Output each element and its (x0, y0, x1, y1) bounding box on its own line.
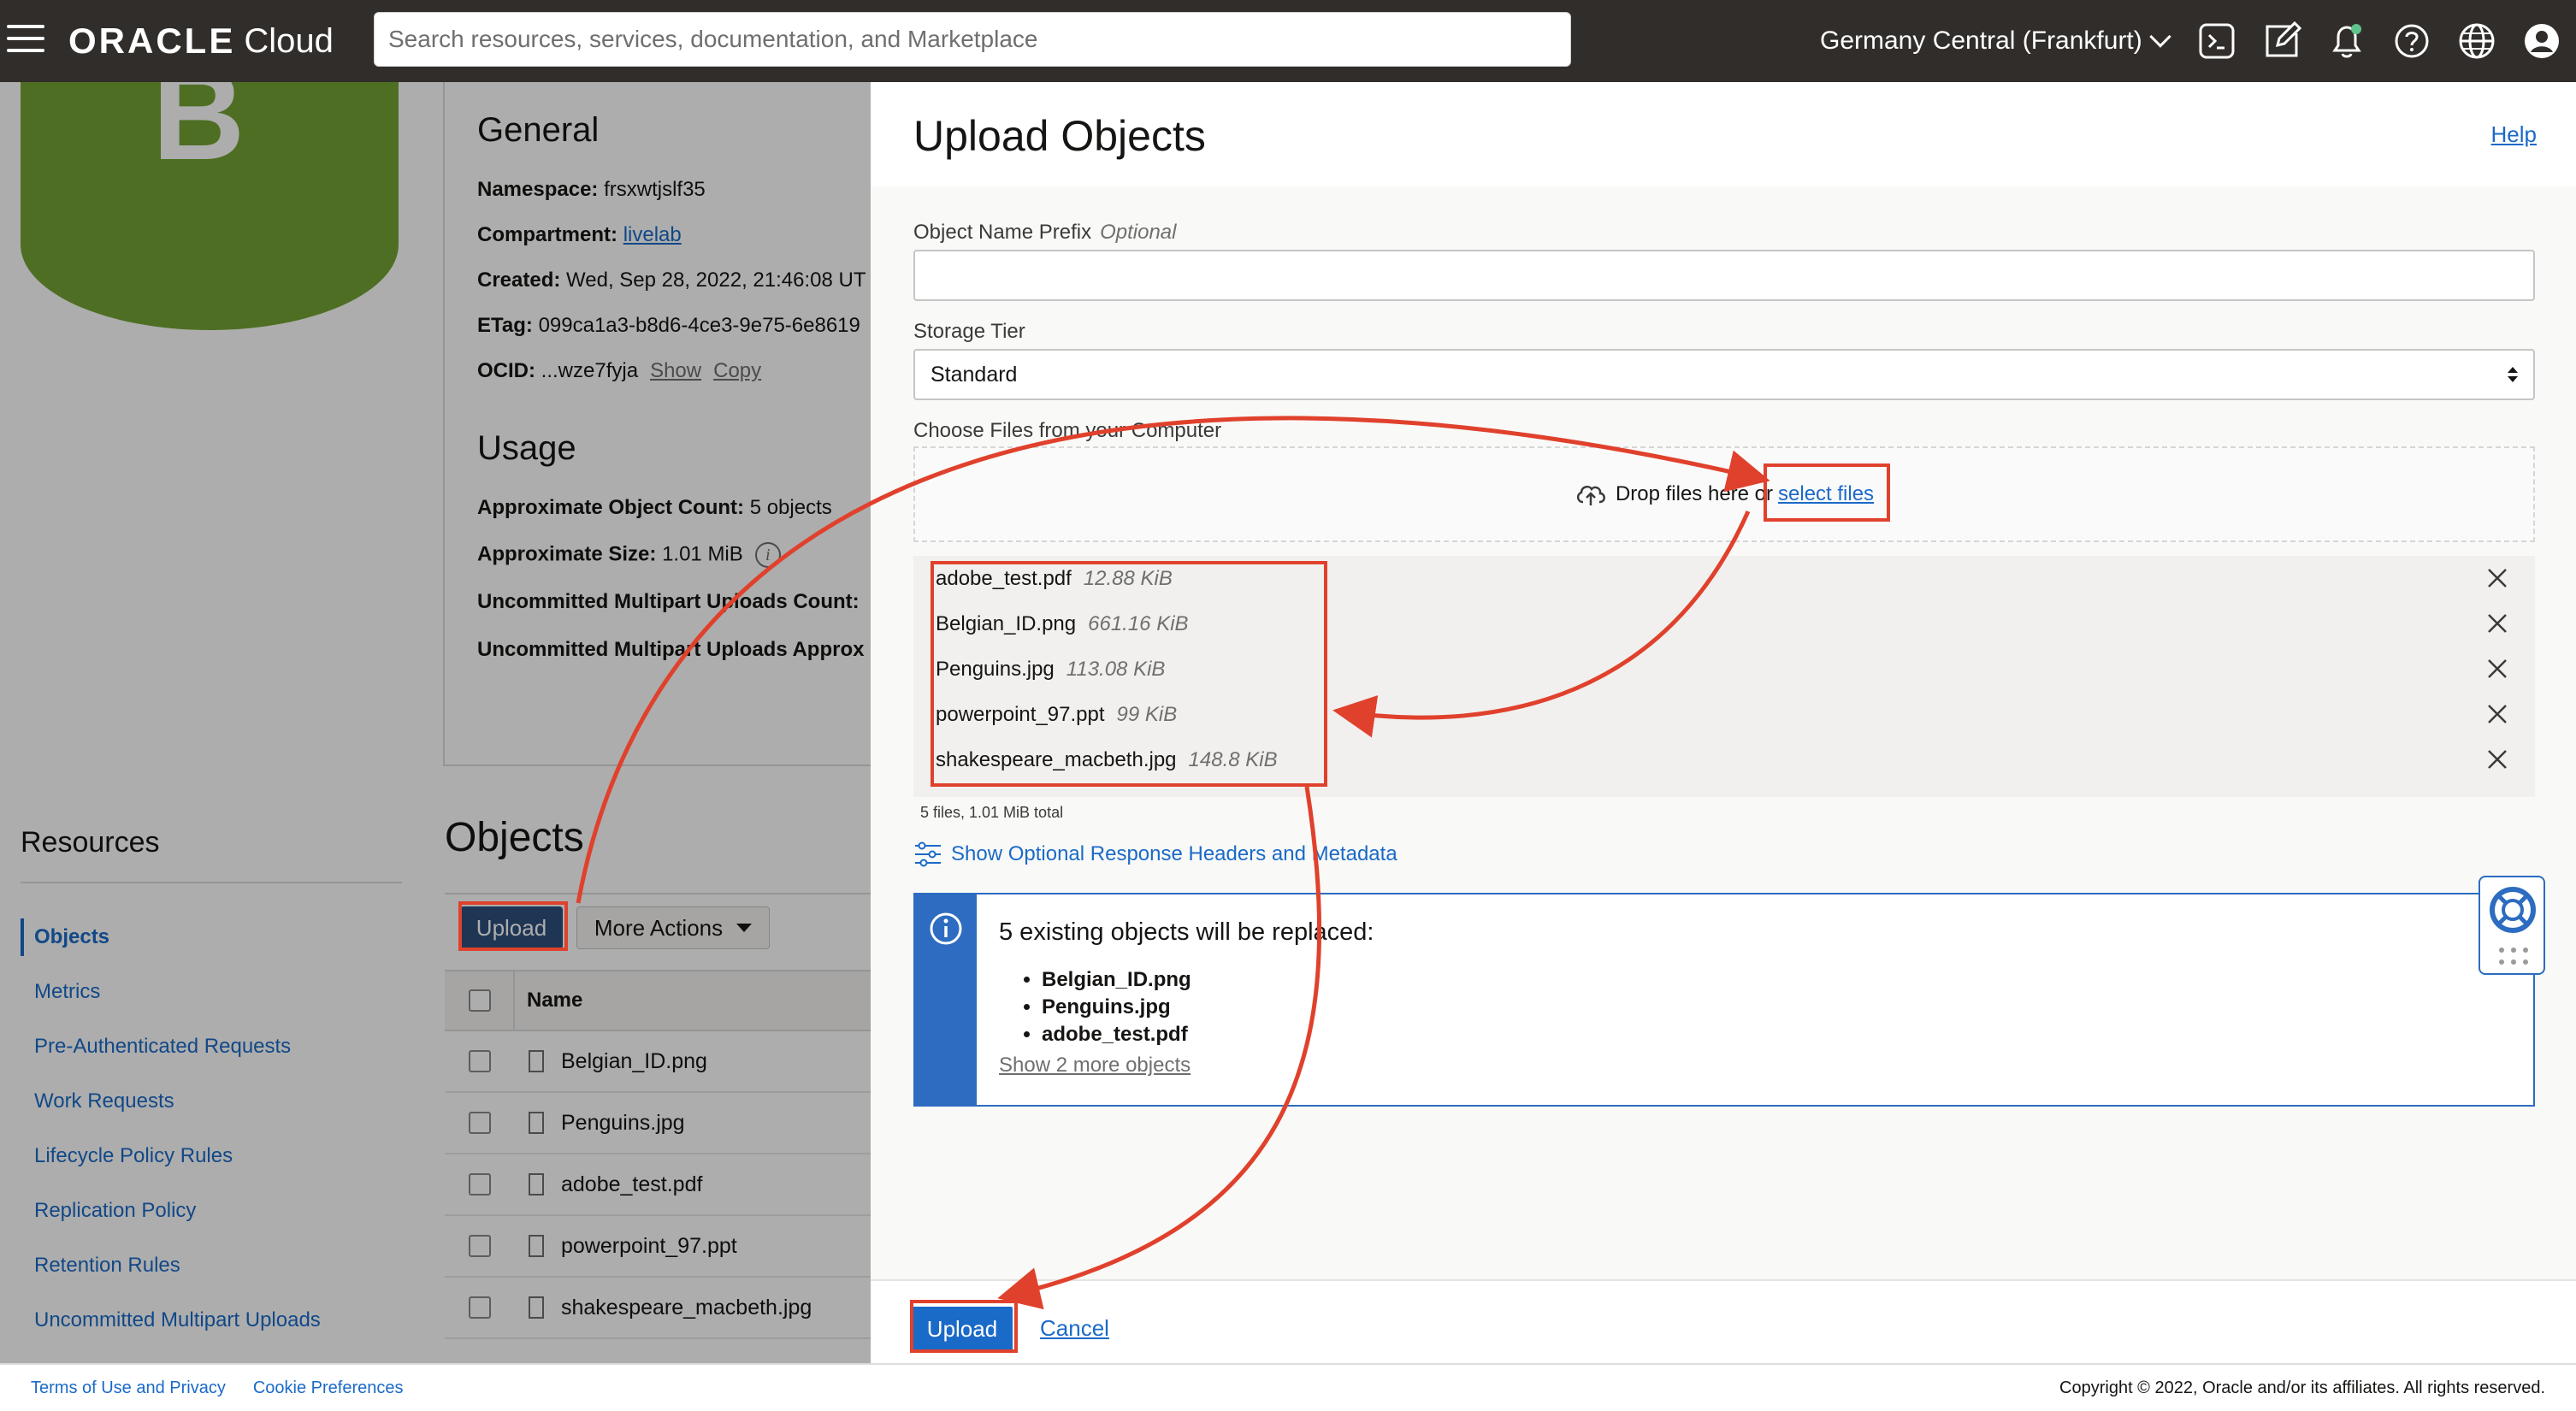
search-bar[interactable] (374, 12, 1571, 67)
alert-title: 5 existing objects will be replaced: (999, 918, 1374, 946)
top-navigation-bar: ORACLE Cloud Germany Central (Frankfurt) (0, 0, 2576, 82)
region-label: Germany Central (Frankfurt) (1820, 27, 2142, 55)
storage-tier-select[interactable]: Standard (913, 349, 2535, 400)
remove-file-icon[interactable] (2485, 747, 2509, 771)
chevron-down-icon (2149, 26, 2171, 48)
choose-files-label: Choose Files from your Computer (913, 419, 1222, 442)
logo-cloud-text: Cloud (244, 21, 334, 60)
prefix-optional-text: Optional (1100, 221, 1177, 244)
replaced-objects-list: Belgian_ID.png Penguins.jpg adobe_test.p… (1042, 966, 1191, 1048)
oracle-cloud-logo[interactable]: ORACLE Cloud (68, 17, 334, 65)
cloud-shell-icon[interactable] (2195, 19, 2239, 63)
highlight-box (1764, 463, 1890, 522)
list-item: Penguins.jpg (1042, 994, 1191, 1021)
cancel-button[interactable]: Cancel (1040, 1315, 1109, 1342)
list-item: Belgian_ID.png (1042, 966, 1191, 994)
info-icon (930, 912, 962, 945)
edit-icon[interactable] (2260, 19, 2304, 63)
globe-icon[interactable] (2455, 19, 2499, 63)
files-summary: 5 files, 1.01 MiB total (920, 804, 1064, 821)
sliders-icon (915, 841, 941, 867)
highlight-box (931, 561, 1327, 787)
replace-warning-alert: 5 existing objects will be replaced: Bel… (913, 893, 2535, 1107)
storage-tier-value: Standard (931, 362, 1018, 387)
object-name-prefix-input[interactable] (913, 250, 2535, 301)
prefix-label: Object Name Prefix Optional (913, 221, 1176, 245)
remove-file-icon[interactable] (2485, 566, 2509, 590)
prefix-label-text: Object Name Prefix (913, 221, 1092, 244)
highlight-box (910, 1300, 1018, 1353)
storage-tier-label: Storage Tier (913, 320, 1025, 343)
help-widget[interactable] (2479, 876, 2545, 975)
help-link[interactable]: Help (2491, 121, 2537, 148)
help-icon[interactable] (2390, 19, 2434, 63)
remove-file-icon[interactable] (2485, 702, 2509, 726)
drawer-title: Upload Objects (913, 112, 1206, 160)
copyright-text: Copyright © 2022, Oracle and/or its affi… (2059, 1378, 2545, 1397)
remove-file-icon[interactable] (2485, 611, 2509, 635)
optional-headers-link[interactable]: Show Optional Response Headers and Metad… (913, 841, 1397, 867)
drawer-header: Upload Objects Help (871, 82, 2576, 186)
page-footer: Terms of Use and Privacy Cookie Preferen… (0, 1363, 2576, 1411)
drawer-footer: Upload Cancel (871, 1279, 2576, 1363)
cookie-preferences-link[interactable]: Cookie Preferences (253, 1379, 404, 1398)
search-input[interactable] (388, 26, 1557, 53)
modal-backdrop[interactable] (0, 82, 871, 1363)
bell-icon[interactable] (2325, 19, 2369, 63)
file-drop-zone[interactable]: Drop files here or select files (913, 446, 2535, 542)
menu-icon[interactable] (7, 23, 44, 54)
user-icon[interactable] (2520, 19, 2564, 63)
select-arrows-icon (2508, 367, 2518, 382)
logo-oracle-text: ORACLE (68, 21, 236, 61)
optional-headers-text: Show Optional Response Headers and Metad… (951, 842, 1397, 865)
alert-bar (915, 894, 977, 1105)
cloud-upload-icon (1576, 485, 1605, 505)
region-selector[interactable]: Germany Central (Frankfurt) (1820, 19, 2171, 63)
lifebuoy-icon (2490, 887, 2536, 933)
drop-files-text: Drop files here or (1615, 482, 1774, 505)
remove-file-icon[interactable] (2485, 657, 2509, 681)
terms-link[interactable]: Terms of Use and Privacy (31, 1379, 226, 1398)
grip-icon (2499, 948, 2528, 965)
list-item: adobe_test.pdf (1042, 1021, 1191, 1048)
highlight-box (458, 901, 568, 951)
show-more-objects-link[interactable]: Show 2 more objects (999, 1054, 1191, 1077)
